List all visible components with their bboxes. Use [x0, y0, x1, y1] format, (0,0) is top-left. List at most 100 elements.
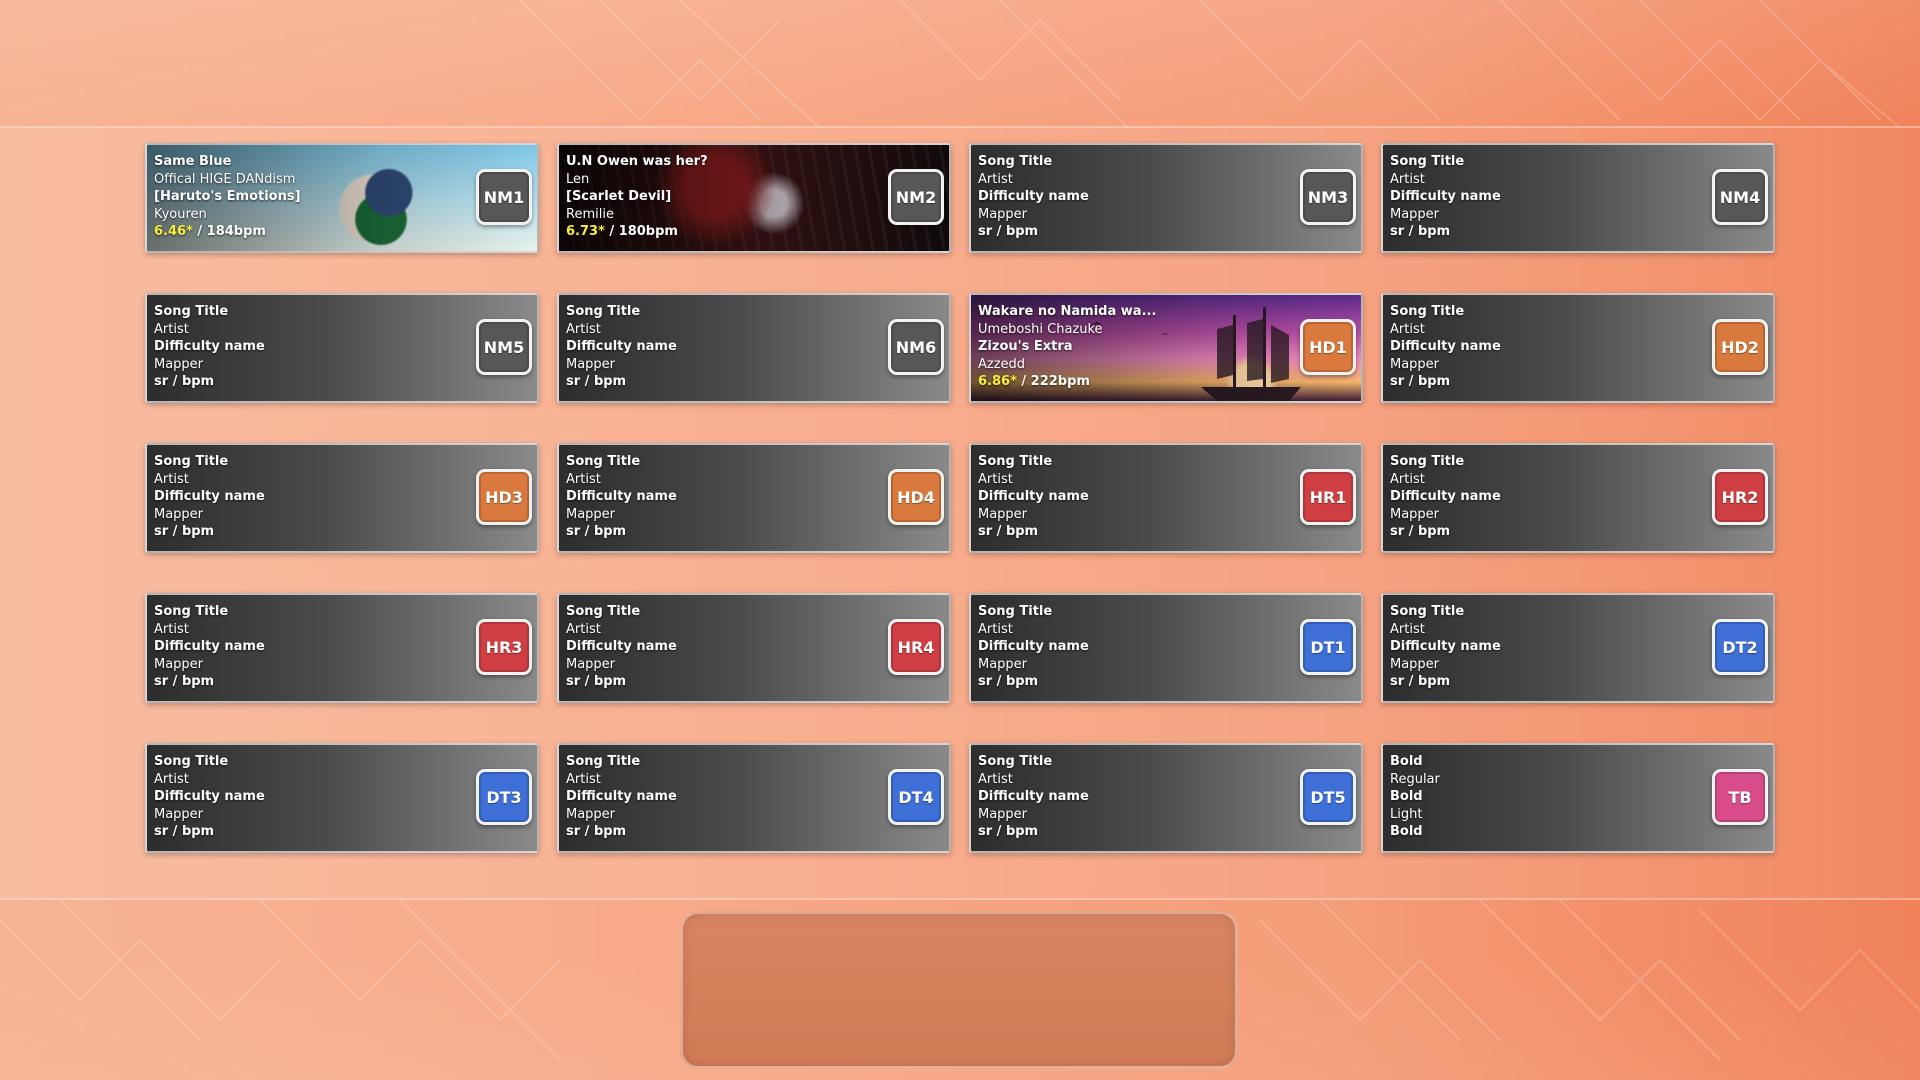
map-card-hr2[interactable]: Song Title Artist Difficulty name Mapper…: [1381, 443, 1775, 553]
map-card-hr1[interactable]: Song Title Artist Difficulty name Mapper…: [969, 443, 1363, 553]
mod-label: HR4: [897, 637, 935, 657]
map-card-nm4[interactable]: Song Title Artist Difficulty name Mapper…: [1381, 143, 1775, 253]
bpm: sr / bpm: [1390, 374, 1451, 389]
map-info: Bold Regular Bold Light Bold: [1390, 753, 1703, 841]
difficulty-name: Difficulty name: [566, 639, 677, 654]
mod-badge-dt5: DT5: [1300, 769, 1356, 825]
map-card-nm2[interactable]: U.N Owen was her? Len [Scarlet Devil] Re…: [557, 143, 951, 253]
map-card-nm5[interactable]: Song Title Artist Difficulty name Mapper…: [145, 293, 539, 403]
song-title: Same Blue: [154, 154, 232, 169]
mod-label: TB: [1728, 787, 1752, 807]
top-band: [0, 0, 1920, 128]
bpm: sr / bpm: [566, 374, 627, 389]
song-title: Song Title: [154, 754, 229, 769]
map-card-dt5[interactable]: Song Title Artist Difficulty name Mapper…: [969, 743, 1363, 853]
mod-badge-dt2: DT2: [1712, 619, 1768, 675]
map-stats: sr / bpm: [566, 823, 879, 841]
map-card-dt1[interactable]: Song Title Artist Difficulty name Mapper…: [969, 593, 1363, 703]
map-card-hd2[interactable]: Song Title Artist Difficulty name Mapper…: [1381, 293, 1775, 403]
bpm: sr / bpm: [1390, 524, 1451, 539]
mod-badge-hr2: HR2: [1712, 469, 1768, 525]
mapper-name: Mapper: [978, 506, 1028, 522]
map-card-hd3[interactable]: Song Title Artist Difficulty name Mapper…: [145, 443, 539, 553]
song-title: Bold: [1390, 754, 1423, 769]
song-title: Song Title: [154, 304, 229, 319]
map-info: Song Title Artist Difficulty name Mapper…: [566, 303, 879, 391]
map-stats: 6.86* / 222bpm: [978, 373, 1291, 391]
map-card-nm6[interactable]: Song Title Artist Difficulty name Mapper…: [557, 293, 951, 403]
map-info: Song Title Artist Difficulty name Mapper…: [978, 753, 1291, 841]
mod-badge-hr1: HR1: [1300, 469, 1356, 525]
difficulty-name: Difficulty name: [566, 789, 677, 804]
map-info: Song Title Artist Difficulty name Mapper…: [154, 753, 467, 841]
song-title: Song Title: [566, 754, 641, 769]
bpm: sr / bpm: [978, 824, 1039, 839]
map-info: Song Title Artist Difficulty name Mapper…: [1390, 153, 1703, 241]
map-stats: Bold: [1390, 823, 1703, 841]
map-stats: sr / bpm: [154, 373, 467, 391]
mapper-name: Mapper: [566, 356, 616, 372]
map-stats: 6.46* / 184bpm: [154, 223, 467, 241]
difficulty-name: Difficulty name: [978, 189, 1089, 204]
mod-badge-hr3: HR3: [476, 619, 532, 675]
map-stats: sr / bpm: [978, 673, 1291, 691]
map-stats: 6.73* / 180bpm: [566, 223, 879, 241]
song-title: Song Title: [978, 604, 1053, 619]
difficulty-name: Difficulty name: [154, 639, 265, 654]
difficulty-name: Difficulty name: [154, 789, 265, 804]
map-info: Song Title Artist Difficulty name Mapper…: [566, 453, 879, 541]
song-title: Song Title: [1390, 304, 1465, 319]
mod-label: HR2: [1721, 487, 1759, 507]
song-title: Song Title: [566, 604, 641, 619]
map-card-hr4[interactable]: Song Title Artist Difficulty name Mapper…: [557, 593, 951, 703]
map-card-dt4[interactable]: Song Title Artist Difficulty name Mapper…: [557, 743, 951, 853]
star-rating: 6.46*: [154, 224, 193, 239]
map-card-dt2[interactable]: Song Title Artist Difficulty name Mapper…: [1381, 593, 1775, 703]
map-info: U.N Owen was her? Len [Scarlet Devil] Re…: [566, 153, 879, 241]
map-stats: sr / bpm: [1390, 223, 1703, 241]
mod-badge-hd3: HD3: [476, 469, 532, 525]
bpm: sr / bpm: [154, 824, 215, 839]
song-artist: Len: [566, 171, 590, 187]
song-title: Song Title: [154, 604, 229, 619]
mod-label: NM1: [483, 187, 525, 207]
song-title: Song Title: [978, 154, 1053, 169]
difficulty-name: Difficulty name: [566, 489, 677, 504]
difficulty-name: [Scarlet Devil]: [566, 189, 672, 204]
mod-badge-dt4: DT4: [888, 769, 944, 825]
song-artist: Artist: [154, 471, 189, 487]
map-info: Song Title Artist Difficulty name Mapper…: [154, 303, 467, 391]
map-card-dt3[interactable]: Song Title Artist Difficulty name Mapper…: [145, 743, 539, 853]
map-stats: sr / bpm: [154, 523, 467, 541]
song-artist: Artist: [154, 771, 189, 787]
difficulty-name: Difficulty name: [566, 339, 677, 354]
mapper-name: Mapper: [154, 656, 204, 672]
footer-info-box: [680, 911, 1238, 1069]
map-info: Song Title Artist Difficulty name Mapper…: [566, 753, 879, 841]
song-artist: Artist: [978, 621, 1013, 637]
map-card-nm3[interactable]: Song Title Artist Difficulty name Mapper…: [969, 143, 1363, 253]
map-card-hr3[interactable]: Song Title Artist Difficulty name Mapper…: [145, 593, 539, 703]
song-title: Song Title: [566, 454, 641, 469]
map-stats: sr / bpm: [566, 523, 879, 541]
mod-label: NM4: [1719, 187, 1761, 207]
star-rating: 6.73*: [566, 224, 605, 239]
mapper-name: Mapper: [566, 806, 616, 822]
map-stats: sr / bpm: [978, 523, 1291, 541]
mod-label: HD1: [1309, 337, 1347, 357]
map-card-nm1[interactable]: Same Blue Offical HIGE DANdism [Haruto's…: [145, 143, 539, 253]
bpm: sr / bpm: [978, 524, 1039, 539]
map-card-tb[interactable]: Bold Regular Bold Light Bold TB: [1381, 743, 1775, 853]
mapper-name: Mapper: [1390, 656, 1440, 672]
song-artist: Artist: [1390, 471, 1425, 487]
map-card-hd1[interactable]: Wakare no Namida wa... Umeboshi Chazuke …: [969, 293, 1363, 403]
mod-badge-nm4: NM4: [1712, 169, 1768, 225]
mapper-name: Light: [1390, 806, 1423, 822]
mod-badge-nm3: NM3: [1300, 169, 1356, 225]
mapper-name: Azzedd: [978, 356, 1026, 372]
bpm: sr / bpm: [154, 374, 215, 389]
mapper-name: Mapper: [1390, 356, 1440, 372]
map-card-hd4[interactable]: Song Title Artist Difficulty name Mapper…: [557, 443, 951, 553]
mod-badge-hd2: HD2: [1712, 319, 1768, 375]
difficulty-name: Difficulty name: [1390, 639, 1501, 654]
